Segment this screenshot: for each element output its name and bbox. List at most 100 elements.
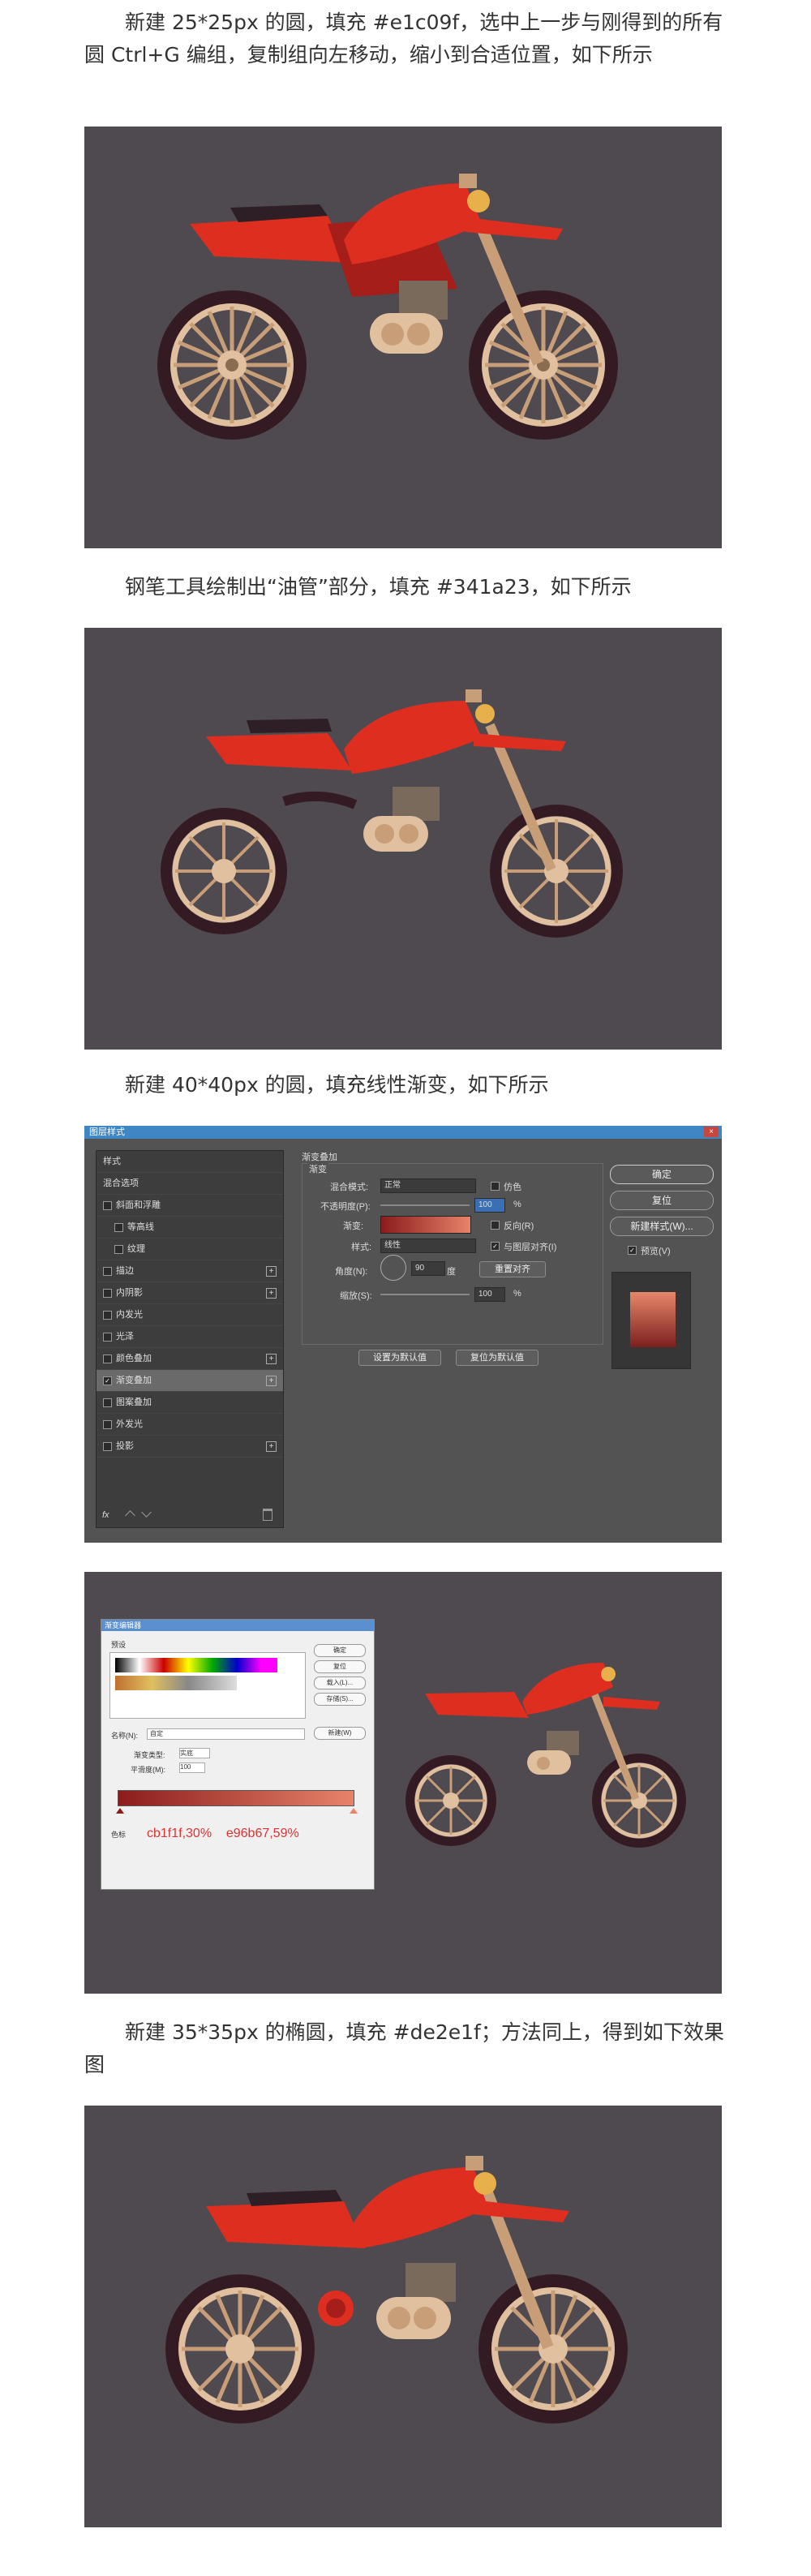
color-stop-right[interactable] bbox=[350, 1808, 358, 1814]
style-checkbox[interactable] bbox=[103, 1200, 112, 1210]
styles-list: 样式混合选项斜面和浮雕等高线纹理 描边 + 内阴影 + 内发光光泽颜色叠加 + ✓ 渐变叠加 + 图… bbox=[96, 1150, 284, 1528]
blend-mode-select[interactable]: 正常 bbox=[380, 1179, 476, 1193]
preset-swatches[interactable] bbox=[115, 1676, 237, 1690]
style-item[interactable]: 等高线 bbox=[97, 1217, 283, 1239]
blend-mode-label: 混合模式: bbox=[330, 1183, 369, 1192]
style-item[interactable]: 描边 + bbox=[97, 1260, 283, 1282]
motorcycle-illustration bbox=[161, 689, 623, 938]
align-label: 与图层对齐(I) bbox=[504, 1243, 557, 1252]
style-checkbox[interactable]: ✓ bbox=[103, 1376, 112, 1385]
gradient-label: 渐变: bbox=[343, 1221, 364, 1231]
add-icon[interactable]: + bbox=[266, 1266, 277, 1277]
style-select[interactable]: 线性 bbox=[380, 1239, 476, 1253]
preset-swatches[interactable] bbox=[115, 1658, 277, 1672]
dither-label: 仿色 bbox=[504, 1183, 521, 1192]
reset-button[interactable]: 复位 bbox=[610, 1191, 714, 1210]
scale-label: 缩放(S): bbox=[340, 1291, 372, 1301]
opacity-slider[interactable] bbox=[380, 1204, 470, 1206]
style-item-label: 混合选项 bbox=[103, 1179, 139, 1188]
style-item-label: 样式 bbox=[103, 1157, 121, 1166]
style-checkbox[interactable] bbox=[114, 1222, 123, 1232]
gradient-editor-dialog: 渐变编辑器 预设 确定 复位 载入(L)... 存储(S)... 名称(N): … bbox=[101, 1619, 375, 1890]
preview-swatch bbox=[630, 1292, 676, 1347]
close-icon[interactable]: × bbox=[704, 1127, 719, 1137]
style-item[interactable]: 斜面和浮雕 bbox=[97, 1195, 283, 1217]
style-item[interactable]: 颜色叠加 + bbox=[97, 1348, 283, 1370]
style-checkbox[interactable] bbox=[103, 1266, 112, 1276]
ok-button[interactable]: 确定 bbox=[610, 1165, 714, 1184]
color-stop-left[interactable] bbox=[116, 1808, 124, 1814]
stops-label: 色标 bbox=[111, 1831, 127, 1839]
set-default-button[interactable]: 设置为默认值 bbox=[358, 1350, 441, 1366]
reverse-label: 反向(R) bbox=[504, 1221, 534, 1231]
type-label: 渐变类型: bbox=[134, 1751, 165, 1759]
style-item-label: 内阴影 bbox=[116, 1288, 143, 1298]
opacity-label: 不透明度(P): bbox=[320, 1202, 371, 1212]
stop-values: cb1f1f,30% e96b67,59% bbox=[147, 1827, 299, 1841]
paragraph-step-4: 新建 35*35px 的椭圆，填充 #de2e1f；方法同上，得到如下效果图 bbox=[84, 2020, 724, 2076]
name-input[interactable]: 自定 bbox=[147, 1728, 305, 1740]
opacity-input[interactable]: 100 bbox=[474, 1198, 505, 1213]
style-checkbox[interactable] bbox=[103, 1419, 112, 1429]
type-select[interactable]: 实底 bbox=[179, 1748, 210, 1758]
style-item[interactable]: 内发光 bbox=[97, 1304, 283, 1326]
presets-grid[interactable] bbox=[109, 1652, 306, 1719]
style-checkbox[interactable] bbox=[103, 1288, 112, 1298]
style-item-label: 外发光 bbox=[116, 1419, 143, 1429]
reverse-checkbox[interactable] bbox=[491, 1221, 500, 1230]
gradient-editor-title: 渐变编辑器 bbox=[101, 1620, 374, 1631]
fx-icon[interactable]: fx bbox=[102, 1510, 109, 1520]
style-item[interactable]: 混合选项 bbox=[97, 1173, 283, 1195]
motorcycle-illustration bbox=[157, 174, 618, 440]
preview-label: 预览(V) bbox=[641, 1247, 671, 1256]
scale-input[interactable]: 100 bbox=[474, 1287, 505, 1302]
paragraph-step-1: 新建 25*25px 的圆，填充 #e1c09f，选中上一步与刚得到的所有圆 C… bbox=[84, 11, 723, 67]
ok-button[interactable]: 确定 bbox=[314, 1644, 366, 1657]
angle-input[interactable]: 90 bbox=[411, 1261, 445, 1276]
style-checkbox[interactable] bbox=[103, 1332, 112, 1342]
reset-default-button[interactable]: 复位为默认值 bbox=[456, 1350, 539, 1366]
angle-dial[interactable] bbox=[380, 1255, 406, 1281]
gradient-bar[interactable] bbox=[118, 1790, 354, 1806]
motorcycle-illustration bbox=[165, 2156, 628, 2424]
reset-button[interactable]: 复位 bbox=[314, 1660, 366, 1673]
save-button[interactable]: 存储(S)... bbox=[314, 1693, 366, 1706]
new-button[interactable]: 新建(W) bbox=[314, 1727, 366, 1740]
style-checkbox[interactable] bbox=[114, 1244, 123, 1254]
screenshot-motorcycle-1 bbox=[84, 127, 722, 548]
paragraph-step-3: 新建 40*40px 的圆，填充线性渐变，如下所示 bbox=[125, 1073, 549, 1097]
style-item[interactable]: ✓ 渐变叠加 + bbox=[97, 1370, 283, 1392]
style-checkbox[interactable] bbox=[103, 1354, 112, 1363]
add-icon[interactable]: + bbox=[266, 1354, 277, 1364]
style-item[interactable]: 图案叠加 bbox=[97, 1392, 283, 1414]
scale-slider[interactable] bbox=[380, 1294, 470, 1295]
stop-left-value: cb1f1f,30% bbox=[147, 1827, 212, 1840]
gradient-swatch[interactable] bbox=[380, 1216, 471, 1234]
trash-icon[interactable] bbox=[263, 1509, 272, 1521]
style-item[interactable]: 样式 bbox=[97, 1151, 283, 1173]
style-item[interactable]: 投影 + bbox=[97, 1436, 283, 1458]
style-item-label: 等高线 bbox=[127, 1222, 154, 1232]
new-style-button[interactable]: 新建样式(W)... bbox=[610, 1217, 714, 1236]
preview-checkbox[interactable]: ✓ bbox=[628, 1246, 637, 1255]
layer-style-dialog: 图层样式 × 样式 混合选项 斜面和浮雕 等高线 纹理 描边 + 内阴影 + 内发光 光泽 颜色叠加 +… bbox=[84, 1126, 722, 1543]
section-title: 渐变叠加 bbox=[302, 1153, 337, 1162]
add-icon[interactable]: + bbox=[266, 1376, 277, 1386]
style-item-label: 光泽 bbox=[116, 1332, 134, 1342]
add-icon[interactable]: + bbox=[266, 1441, 277, 1452]
style-checkbox[interactable] bbox=[103, 1310, 112, 1320]
style-item[interactable]: 外发光 bbox=[97, 1414, 283, 1436]
align-checkbox[interactable]: ✓ bbox=[491, 1242, 500, 1251]
gradient-overlay-settings: 渐变叠加 渐变 混合模式: 正常 仿色 不透明度(P): 100 % 渐变: 反… bbox=[302, 1150, 603, 1366]
smoothness-input[interactable]: 100 bbox=[179, 1762, 205, 1773]
load-button[interactable]: 载入(L)... bbox=[314, 1677, 366, 1689]
style-item[interactable]: 内阴影 + bbox=[97, 1282, 283, 1304]
dither-checkbox[interactable] bbox=[491, 1182, 500, 1191]
style-checkbox[interactable] bbox=[103, 1441, 112, 1451]
style-item-label: 投影 bbox=[116, 1441, 134, 1451]
style-item[interactable]: 光泽 bbox=[97, 1326, 283, 1348]
style-checkbox[interactable] bbox=[103, 1397, 112, 1407]
reset-align-button[interactable]: 重置对齐 bbox=[479, 1261, 546, 1277]
add-icon[interactable]: + bbox=[266, 1288, 277, 1299]
style-item[interactable]: 纹理 bbox=[97, 1239, 283, 1260]
